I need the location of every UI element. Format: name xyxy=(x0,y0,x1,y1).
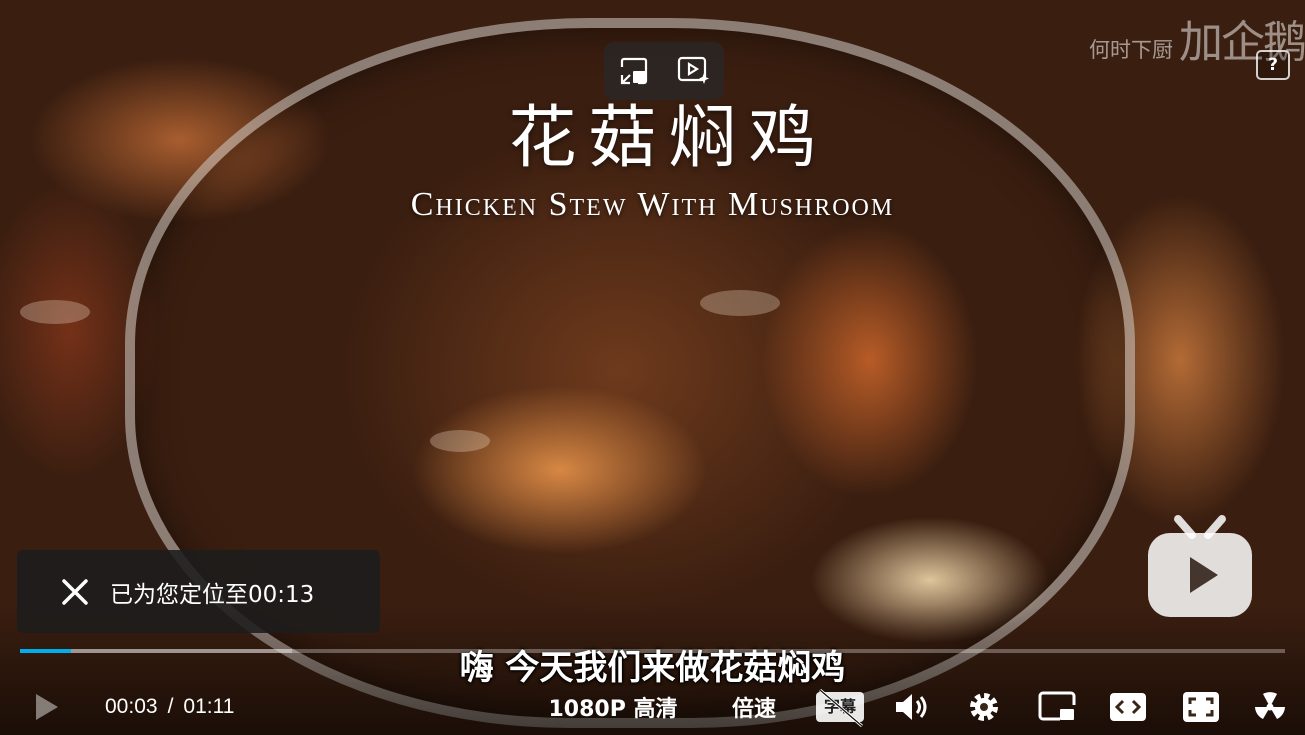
control-bar: 00:03 / 01:11 1080P 高清 倍速 字幕 xyxy=(0,680,1305,734)
play-button[interactable] xyxy=(30,680,64,734)
current-time: 00:03 xyxy=(105,695,158,718)
time-display: 00:03 / 01:11 xyxy=(105,680,234,734)
video-glare xyxy=(430,430,490,452)
picture-in-picture-icon[interactable] xyxy=(1034,680,1080,734)
settings-gear-icon[interactable] xyxy=(962,680,1006,734)
video-title-english: Chicken Stew With Mushroom xyxy=(410,186,895,223)
video-glare xyxy=(700,290,780,316)
radiation-icon[interactable] xyxy=(1250,680,1290,734)
close-icon[interactable] xyxy=(55,572,95,612)
video-glare xyxy=(20,300,90,324)
subtitle-button[interactable]: 字幕 xyxy=(812,680,868,734)
watermark-text: 何时下厨 xyxy=(1089,38,1173,62)
speed-button[interactable]: 倍速 xyxy=(722,680,786,734)
seek-toast: 已为您定位至00:13 xyxy=(17,550,380,633)
quality-button[interactable]: 1080P 高清 xyxy=(538,680,688,734)
video-player[interactable]: 花菇焖鸡 Chicken Stew With Mushroom 何时下厨 加企鹅… xyxy=(0,0,1305,735)
time-separator: / xyxy=(167,695,174,718)
bilibili-tv-logo xyxy=(1144,515,1256,619)
progress-bar[interactable] xyxy=(20,649,1285,653)
report-icon[interactable]: ? xyxy=(1256,50,1290,80)
progress-played xyxy=(20,649,71,653)
fullscreen-icon[interactable] xyxy=(1178,680,1224,734)
duration: 01:11 xyxy=(183,695,235,718)
wide-mode-icon[interactable] xyxy=(1105,680,1151,734)
toast-message: 已为您定位至00:13 xyxy=(110,581,315,608)
video-title-chinese: 花菇焖鸡 xyxy=(508,99,829,178)
volume-icon[interactable] xyxy=(890,680,934,734)
